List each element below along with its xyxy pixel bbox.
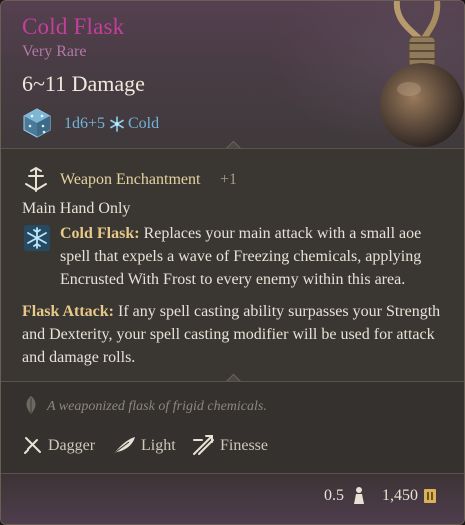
item-rarity: Very Rare [22, 43, 87, 60]
flavor-text: A weaponized flask of frigid chemicals. [47, 399, 267, 414]
property-dagger: Dagger [48, 437, 96, 454]
enchantment-value: +1 [220, 171, 238, 188]
enchantment-icon [25, 166, 47, 192]
flask-icon [380, 1, 464, 147]
item-damage: 6~11 Damage [22, 71, 145, 96]
dice-icon [23, 108, 51, 138]
item-price: 1,450 [382, 487, 418, 504]
damage-formula: 1d6+5 [64, 115, 106, 132]
feather-icon [112, 437, 135, 455]
restriction-text: Main Hand Only [22, 200, 131, 217]
property-light: Light [141, 437, 176, 454]
tooltip-flavor-section [1, 381, 464, 474]
dagger-icon [24, 437, 41, 454]
weight-icon [354, 487, 364, 504]
ability-name: Cold Flask: [60, 225, 140, 242]
item-weight: 0.5 [324, 487, 344, 504]
property-finesse: Finesse [220, 437, 268, 454]
frost-spell-icon[interactable] [23, 224, 51, 252]
snowflake-icon [110, 116, 124, 132]
item-name: Cold Flask [22, 14, 125, 39]
ability-flask-attack: Flask Attack: If any spell casting abili… [22, 300, 452, 369]
ability-cold-flask: Cold Flask: Replaces your main attack wi… [60, 222, 455, 291]
damage-type: Cold [128, 115, 160, 132]
ability-name: Flask Attack: [22, 303, 114, 320]
quill-icon [26, 396, 36, 414]
item-tooltip: Cold Flask Very Rare 6~11 Damage 1d6+5 C… [0, 0, 465, 525]
finesse-icon [193, 435, 214, 455]
gold-coin-icon [424, 489, 436, 503]
enchantment-label: Weapon Enchantment [60, 171, 201, 188]
